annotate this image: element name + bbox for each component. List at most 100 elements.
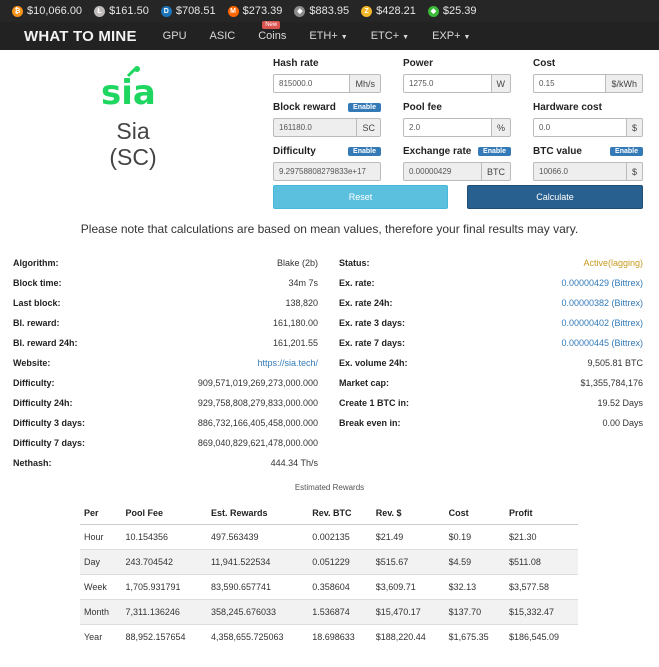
btc-value-input[interactable]: 10066.0: [533, 162, 627, 181]
brand-logo[interactable]: WHAT TO MINE: [24, 28, 137, 45]
sia-logo-icon: sia: [101, 66, 156, 110]
btc-value-field: BTC value Enable 10066.0 $: [533, 145, 643, 181]
nav-etc-dropdown[interactable]: ETC+ ▼: [371, 30, 409, 42]
stat-row: Difficulty 24h: 929,758,808,279,833,000.0…: [13, 393, 318, 413]
table-cell: 11,941.522534: [206, 548, 309, 574]
pool-fee-input[interactable]: 2.0: [403, 118, 492, 137]
rewards-title: Estimated Rewards: [294, 483, 365, 492]
column-header: Rev. $: [371, 502, 445, 525]
table-row: Hour 10.154356 497.563439 0.002135 $21.49 $0.…: [80, 523, 578, 549]
ticker-price: $10,066.00: [27, 5, 83, 17]
difficulty-enable-button[interactable]: Enable: [348, 146, 381, 156]
cost-label: Cost: [533, 57, 556, 69]
stat-row: Ex. volume 24h: 9,505.81 BTC: [339, 353, 643, 373]
table-cell: $186,545.09: [505, 623, 578, 649]
caret-down-icon: ▼: [402, 34, 410, 41]
table-cell: Month: [80, 598, 122, 624]
ticker-item[interactable]: ₿ $10,066.00: [12, 5, 82, 17]
table-row: Day 243.704542 11,941.522534 0.051229 $515.6…: [80, 548, 578, 574]
calculate-button[interactable]: Calculate: [467, 185, 643, 209]
navbar: WHAT TO MINE GPU ASIC New Coins ETH+ ▼ ET…: [0, 21, 659, 50]
reset-button[interactable]: Reset: [273, 185, 448, 209]
stat-value: 9,505.81 BTC: [587, 358, 643, 368]
hash-rate-label: Hash rate: [273, 57, 319, 69]
table-cell: 83,590.657741: [206, 573, 309, 599]
nav-coins[interactable]: New Coins: [258, 21, 286, 42]
difficulty-input[interactable]: 9.29758808279833e+17: [273, 162, 381, 181]
litecoin-icon: Ł: [94, 5, 106, 17]
cost-input[interactable]: 0.15: [533, 74, 607, 93]
btc-value-enable-button[interactable]: Enable: [610, 146, 643, 156]
nav-asic[interactable]: ASIC: [210, 30, 236, 42]
stat-row: Nethash: 444.34 Th/s: [13, 453, 318, 473]
table-cell: $4.59: [444, 548, 505, 574]
table-cell: Year: [80, 623, 122, 649]
stat-value: Blake (2b): [276, 258, 318, 268]
column-header: Per: [80, 502, 122, 525]
power-input[interactable]: 1275.0: [403, 74, 492, 93]
table-cell: 18.698633: [308, 623, 372, 649]
stat-row: Ex. rate 7 days: 0.00000445 (Bittrex): [339, 333, 643, 353]
stat-link[interactable]: 0.00000402 (Bittrex): [561, 318, 643, 328]
stat-value: 909,571,019,269,273,000.000: [197, 378, 318, 388]
ticker-item[interactable]: Ł $161.50: [94, 5, 149, 17]
stat-link[interactable]: 0.00000445 (Bittrex): [561, 338, 643, 348]
hash-rate-input[interactable]: 815000.0: [273, 74, 351, 93]
stat-key: Block time:: [13, 278, 62, 288]
block-reward-field: Block reward Enable 161180.0 SC: [273, 101, 381, 137]
ticker-price: $428.21: [376, 5, 416, 17]
stat-key: Algorithm:: [13, 258, 59, 268]
ticker-item[interactable]: Z $428.21: [361, 5, 416, 17]
table-row: Week 1,705.931791 83,590.657741 0.358604 $3,…: [80, 573, 578, 599]
stat-row: Ex. rate: 0.00000429 (Bittrex): [339, 273, 643, 293]
stats-right: Status: Active(lagging) Ex. rate: 0.0000042…: [339, 253, 643, 433]
ticker-item[interactable]: ◆ $25.39: [427, 5, 477, 17]
hardware-cost-input[interactable]: 0.0: [533, 118, 627, 137]
power-field: Power 1275.0 W: [403, 57, 511, 93]
hash-rate-field: Hash rate 815000.0 Mh/s: [273, 57, 381, 93]
coin-title: Sia (SC): [68, 118, 198, 170]
ticker-price: $708.51: [175, 5, 216, 17]
stat-row: Block time: 34m 7s: [13, 273, 318, 293]
price-ticker: ₿ $10,066.00 Ł $161.50 D $708.51 M $273.39 ◆ $883…: [0, 0, 659, 22]
table-cell: 1,705.931791: [121, 573, 207, 599]
stat-value: 161,180.00: [272, 318, 318, 328]
stat-row: Bl. reward: 161,180.00: [13, 313, 318, 333]
difficulty-field: Difficulty Enable 9.29758808279833e+17: [273, 145, 381, 181]
stat-link[interactable]: 0.00000429 (Bittrex): [561, 278, 643, 288]
stat-value: 886,732,166,405,458,000.000: [197, 418, 318, 428]
stat-value: 0.00 Days: [602, 418, 643, 428]
stat-row: Last block: 138,820: [13, 293, 318, 313]
stat-row: Bl. reward 24h: 161,201.55: [13, 333, 318, 353]
column-header: Profit: [505, 502, 578, 525]
table-cell: 88,952.157654: [121, 623, 207, 649]
table-cell: 10.154356: [121, 523, 207, 549]
nav-gpu[interactable]: GPU: [163, 30, 187, 42]
coin-symbol: (SC): [109, 144, 157, 170]
stat-row: Difficulty 7 days: 869,040,829,621,478,00…: [13, 433, 318, 453]
table-cell: $3,577.58: [505, 573, 578, 599]
block-reward-enable-button[interactable]: Enable: [348, 102, 381, 112]
exchange-rate-input[interactable]: 0.00000429: [403, 162, 482, 181]
nav-exp-label: EXP+: [432, 30, 461, 42]
column-header: Est. Rewards: [206, 502, 309, 525]
stat-key: Ex. volume 24h:: [339, 358, 408, 368]
stat-key: Status:: [339, 258, 370, 268]
ticker-item[interactable]: M $273.39: [227, 5, 282, 17]
table-cell: $32.13: [444, 573, 505, 599]
table-cell: 7,311.136246: [121, 598, 207, 624]
stat-key: Ex. rate 3 days:: [339, 318, 406, 328]
block-reward-input[interactable]: 161180.0: [273, 118, 358, 137]
ticker-item[interactable]: D $708.51: [160, 5, 216, 17]
stat-link[interactable]: https://sia.tech/: [257, 358, 318, 368]
exchange-rate-enable-button[interactable]: Enable: [478, 146, 511, 156]
nav-exp-dropdown[interactable]: EXP+ ▼: [432, 30, 470, 42]
nav-eth-label: ETH+: [309, 30, 338, 42]
caret-down-icon: ▼: [463, 34, 471, 41]
nav-eth-dropdown[interactable]: ETH+ ▼: [309, 30, 347, 42]
ticker-item[interactable]: ◆ $883.95: [294, 5, 349, 17]
table-cell: $21.30: [505, 523, 578, 549]
stat-link[interactable]: 0.00000382 (Bittrex): [561, 298, 643, 308]
stat-key: Break even in:: [339, 418, 401, 428]
monero-icon: M: [227, 5, 239, 17]
